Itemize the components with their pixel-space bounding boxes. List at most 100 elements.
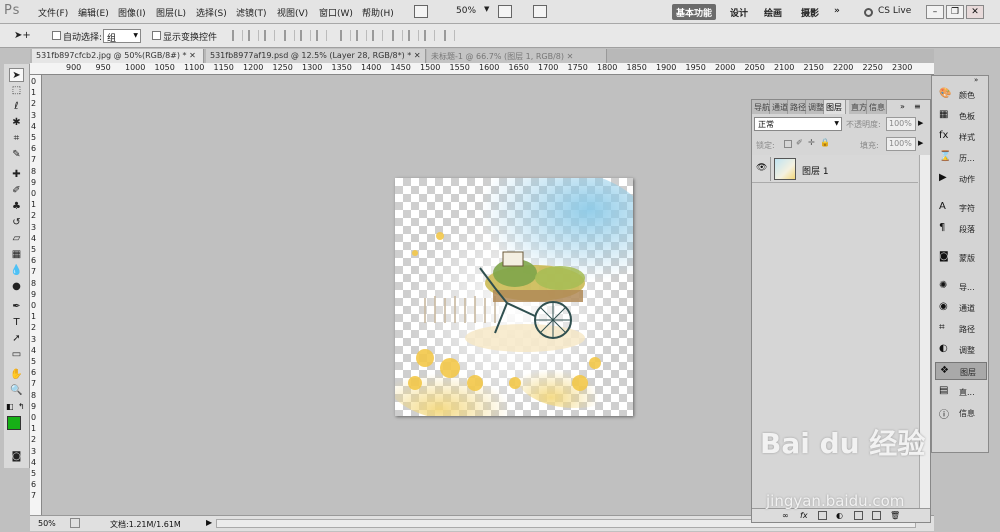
blur-tool-icon[interactable]: 💧 <box>9 264 24 278</box>
dock-item-layers[interactable]: ❖ 图层 <box>935 362 987 380</box>
panel-collapse-icon[interactable]: » <box>900 102 905 111</box>
distribute-top-icon[interactable] <box>340 30 351 41</box>
zoom-level-dropdown[interactable]: 50% <box>456 6 476 16</box>
close-tab-icon[interactable]: ✕ <box>414 51 421 60</box>
menu-help[interactable]: 帮助(H) <box>362 6 394 19</box>
show-transform-checkbox[interactable] <box>152 31 161 40</box>
shape-tool-icon[interactable]: ▭ <box>9 348 24 362</box>
menu-image[interactable]: 图像(I) <box>118 6 146 19</box>
tab-info[interactable]: 信息 <box>867 100 887 114</box>
lock-transparency-icon[interactable] <box>784 140 792 148</box>
new-layer-icon[interactable] <box>872 511 881 520</box>
tab-layers[interactable]: 图层 <box>824 100 846 114</box>
align-right-icon[interactable] <box>316 30 327 41</box>
dock-item-history[interactable]: ⌛ 历... <box>935 149 987 167</box>
gradient-tool-icon[interactable]: ▦ <box>9 248 24 262</box>
brush-tool-icon[interactable]: ✐ <box>9 184 24 198</box>
status-zoom[interactable]: 50% <box>38 519 56 528</box>
align-left-icon[interactable] <box>284 30 295 41</box>
opacity-slider-arrow-icon[interactable]: ▶ <box>918 119 923 127</box>
fill-slider-arrow-icon[interactable]: ▶ <box>918 139 923 147</box>
layer-style-icon[interactable]: fx <box>800 511 808 520</box>
menu-select[interactable]: 选择(S) <box>196 6 227 19</box>
align-hcenter-icon[interactable] <box>300 30 311 41</box>
menu-edit[interactable]: 编辑(E) <box>78 6 109 19</box>
tab-channels[interactable]: 通道 <box>770 100 788 114</box>
menu-view[interactable]: 视图(V) <box>277 6 308 19</box>
type-tool-icon[interactable]: T <box>9 316 24 330</box>
dock-item-character[interactable]: A 字符 <box>935 199 987 217</box>
dock-item-adjustments[interactable]: ◐ 调整 <box>935 341 987 359</box>
workspace-essentials-button[interactable]: 基本功能 <box>672 4 717 20</box>
bridge-icon[interactable] <box>414 5 428 18</box>
tab-document-1[interactable]: 531fb897cfcb2.jpg @ 50%(RGB/8#) * ✕ <box>32 49 204 63</box>
move-tool-icon[interactable]: ➤+ <box>14 30 31 41</box>
align-top-icon[interactable] <box>232 30 243 41</box>
marquee-tool-icon[interactable]: ⬚ <box>9 84 24 98</box>
tab-histogram[interactable]: 直方 <box>849 100 867 114</box>
link-layers-icon[interactable]: ∞ <box>782 511 789 520</box>
tab-adjustments[interactable]: 调整 <box>806 100 824 114</box>
default-colors-icon[interactable]: ◧ <box>6 402 14 411</box>
path-selection-tool-icon[interactable]: ➚ <box>9 332 24 346</box>
restore-button[interactable]: ❐ <box>946 5 964 19</box>
distribute-bottom-icon[interactable] <box>372 30 383 41</box>
menu-filter[interactable]: 滤镜(T) <box>236 6 267 19</box>
dock-item-paths[interactable]: ⌗ 路径 <box>935 320 987 338</box>
dock-item-swatches[interactable]: ▦ 色板 <box>935 107 987 125</box>
swap-colors-icon[interactable]: ↰ <box>18 402 25 411</box>
adjustment-layer-icon[interactable]: ◐ <box>836 511 843 520</box>
distribute-right-icon[interactable] <box>424 30 435 41</box>
dodge-tool-icon[interactable]: ● <box>9 280 24 294</box>
tab-document-3[interactable]: 未标题-1 @ 66.7% (图层 1, RGB/8) ✕ <box>427 49 607 63</box>
opacity-input[interactable]: 100% <box>886 117 916 131</box>
minimize-button[interactable]: – <box>926 5 944 19</box>
delete-layer-icon[interactable]: 🗑 <box>890 511 900 520</box>
close-tab-icon[interactable]: ✕ <box>567 52 574 61</box>
dock-item-histogram[interactable]: ▤ 直... <box>935 383 987 401</box>
dock-collapse-icon[interactable]: » <box>974 76 978 84</box>
menu-file[interactable]: 文件(F) <box>38 6 68 19</box>
dock-item-paragraph[interactable]: ¶ 段落 <box>935 220 987 238</box>
status-menu-arrow-icon[interactable]: ▶ <box>206 518 212 527</box>
align-vcenter-icon[interactable] <box>248 30 259 41</box>
dock-item-color[interactable]: 🎨 颜色 <box>935 86 987 104</box>
pen-tool-icon[interactable]: ✒ <box>9 300 24 314</box>
workspace-more-button[interactable]: » <box>830 4 844 20</box>
layer-visibility-eye-icon[interactable]: 👁 <box>756 163 767 173</box>
tab-navigator[interactable]: 导航 <box>752 100 770 114</box>
document-canvas[interactable] <box>395 178 633 416</box>
cs-live-button[interactable]: CS Live <box>878 6 911 16</box>
screen-mode-icon[interactable] <box>533 5 547 18</box>
history-brush-tool-icon[interactable]: ↺ <box>9 216 24 230</box>
zoom-tool-icon[interactable]: 🔍 <box>9 384 24 398</box>
workspace-photography-button[interactable]: 摄影 <box>797 4 823 20</box>
clone-stamp-tool-icon[interactable]: ♣ <box>9 200 24 214</box>
dock-item-masks[interactable]: ◙ 蒙版 <box>935 249 987 267</box>
layer-row[interactable]: 👁 图层 1 <box>752 155 918 183</box>
quick-mask-icon[interactable]: ◙ <box>9 450 24 464</box>
workspace-painting-button[interactable]: 绘画 <box>760 4 786 20</box>
auto-select-checkbox[interactable] <box>52 31 61 40</box>
magic-wand-tool-icon[interactable]: ✱ <box>9 116 24 130</box>
status-info-icon[interactable] <box>70 518 80 528</box>
dock-item-navigator[interactable]: ✺ 导... <box>935 278 987 296</box>
close-tab-icon[interactable]: ✕ <box>189 51 196 60</box>
auto-select-dropdown[interactable]: 组 ▼ <box>103 29 141 44</box>
arrange-documents-icon[interactable] <box>498 5 512 18</box>
menu-layer[interactable]: 图层(L) <box>156 6 186 19</box>
crop-tool-icon[interactable]: ⌗ <box>9 132 24 146</box>
dock-item-info[interactable]: ⓘ 信息 <box>935 404 987 422</box>
distribute-left-icon[interactable] <box>392 30 403 41</box>
add-mask-icon[interactable] <box>818 511 827 520</box>
dock-item-channels[interactable]: ◉ 通道 <box>935 299 987 317</box>
foreground-color-swatch[interactable] <box>7 416 21 430</box>
tab-paths[interactable]: 路径 <box>788 100 806 114</box>
tab-document-2[interactable]: 531fb8977af19.psd @ 12.5% (Layer 28, RGB… <box>206 49 426 63</box>
lasso-tool-icon[interactable]: ℓ <box>9 100 24 114</box>
layer-name[interactable]: 图层 1 <box>802 164 829 177</box>
panel-menu-icon[interactable]: ≡ <box>914 102 921 111</box>
lock-position-icon[interactable]: ✛ <box>808 138 815 147</box>
distribute-hcenter-icon[interactable] <box>408 30 419 41</box>
eraser-tool-icon[interactable]: ▱ <box>9 232 24 246</box>
